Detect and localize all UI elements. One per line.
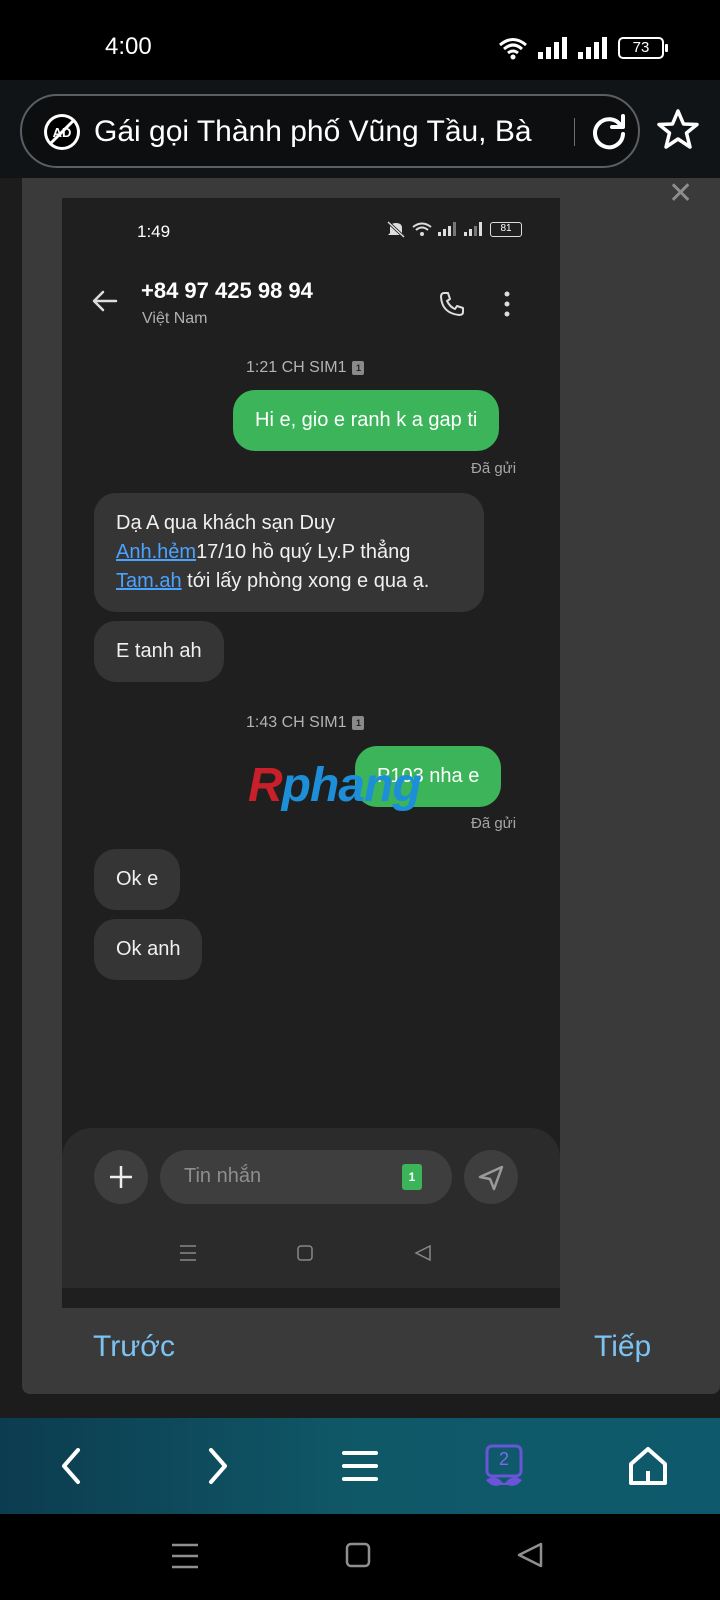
attach-button [94,1150,148,1204]
forward-button[interactable] [190,1440,242,1492]
message-link: Anh.hẻm [116,541,197,563]
status-icons: 73 [498,34,668,62]
outgoing-message-bubble: Hi e, gio e ranh k a gap ti [233,390,500,451]
sim-icon: 1 [352,716,365,730]
incoming-message-bubble: Ok e [94,849,181,910]
inner-status-icons: 81 [386,220,522,238]
message-sent-status: Đã gửi [471,460,517,477]
inner-back-icon [414,1244,431,1262]
menu-button[interactable] [334,1440,386,1492]
recent-apps-icon [172,1543,198,1569]
message-sent-status: Đã gửi [471,815,517,832]
home-icon [345,1542,371,1568]
back-arrow-icon [92,290,118,312]
message-screenshot-image: 1:49 81 +84 97 425 98 94 Việt Nam 1:21 C… [62,198,560,1308]
contact-country: Việt Nam [142,310,208,327]
incoming-message-bubble: Dạ A qua khách sạn Duy Anh.hẻm17/10 hồ q… [94,493,484,612]
message-composer: Tin nhắn 1 [62,1128,560,1288]
sim-icon: 1 [352,361,365,375]
browser-toolbar: 2 [0,1418,720,1514]
url-field[interactable]: AD Gái gọi Thành phố Vũng Tầu, Bà [20,94,640,168]
tabs-button[interactable]: 2 [478,1440,530,1492]
inner-signal-icon-2 [464,222,482,236]
next-image-button[interactable]: Tiếp [594,1330,651,1364]
back-icon [517,1542,543,1568]
phone-call-icon [440,292,464,316]
url-divider [574,118,575,146]
sim-badge-icon: 1 [402,1164,422,1190]
message-input: Tin nhắn 1 [160,1150,452,1204]
url-title: Gái gọi Thành phố Vũng Tầu, Bà [94,115,532,148]
back-button[interactable] [47,1440,99,1492]
incoming-message-bubble: Ok anh [94,919,203,980]
contact-number: +84 97 425 98 94 [141,278,313,303]
adblock-icon[interactable]: AD [42,112,82,152]
message-timestamp: 1:43 CH SIM1 1 [246,714,365,732]
bookmark-star-icon[interactable] [656,108,700,152]
status-time: 4:00 [105,33,152,60]
previous-image-button[interactable]: Trước [93,1330,175,1364]
message-input-placeholder: Tin nhắn [184,1165,262,1187]
signal-icon-sim1 [538,37,567,59]
signal-icon-sim2 [578,37,607,59]
inner-status-time: 1:49 [137,222,171,241]
home-button[interactable] [622,1440,674,1492]
inner-battery-icon: 81 [490,221,522,237]
mute-icon [386,220,406,238]
browser-address-bar: AD Gái gọi Thành phố Vũng Tầu, Bà [0,80,720,178]
message-link: Tam.ah [116,570,182,592]
inner-wifi-icon [412,222,432,236]
plus-icon [110,1166,132,1188]
close-icon[interactable]: ✕ [668,176,693,211]
system-navigation-bar [0,1514,720,1600]
wifi-icon [499,38,527,60]
more-options-icon [504,291,510,317]
status-bar: 4:00 73 [0,0,720,80]
inner-system-nav [180,1244,431,1262]
tab-count: 2 [498,1449,509,1469]
inner-signal-icon-1 [438,222,456,236]
battery-icon: 73 [618,37,668,59]
reload-icon[interactable] [587,110,631,154]
incoming-message-bubble: E tanh ah [94,621,224,682]
inner-home-icon [297,1245,313,1261]
send-button [464,1150,518,1204]
inner-menu-icon [180,1245,196,1261]
message-timestamp: 1:21 CH SIM1 1 [246,359,365,377]
watermark-logo: Rphang [248,759,422,812]
send-icon [478,1165,504,1191]
